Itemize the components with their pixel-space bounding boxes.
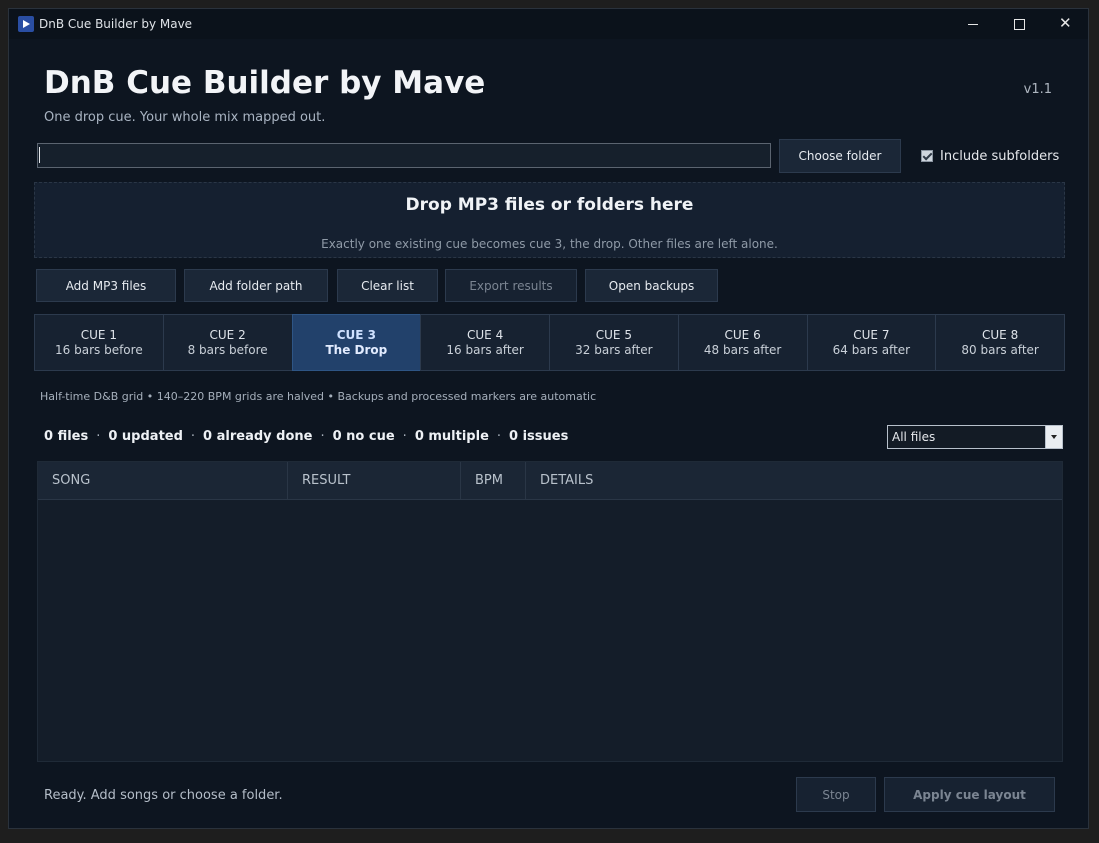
cue-label: CUE 8 [982, 327, 1019, 342]
minimize-button[interactable] [950, 9, 996, 39]
cue-3-tab[interactable]: CUE 3 The Drop [291, 314, 422, 371]
cue-7-tab[interactable]: CUE 7 64 bars after [806, 314, 937, 371]
include-subfolders-label[interactable]: Include subfolders [940, 149, 1059, 164]
status-message: Ready. Add songs or choose a folder. [44, 788, 283, 803]
stats-bar: 0 files · 0 updated · 0 already done · 0 no cu… [44, 429, 568, 444]
export-results-button[interactable]: Export results [445, 269, 577, 302]
cue-5-tab[interactable]: CUE 5 32 bars after [549, 314, 679, 371]
choose-folder-button[interactable]: Choose folder [779, 139, 901, 173]
column-header-bpm[interactable]: BPM [461, 462, 526, 499]
maximize-button[interactable] [996, 9, 1042, 39]
filter-selected-value: All files [892, 430, 936, 444]
cue-offset: 8 bars before [187, 342, 268, 357]
cue-offset: 32 bars after [575, 342, 653, 357]
cue-label: CUE 4 [467, 327, 504, 342]
stat-multiple: 0 multiple [414, 429, 489, 444]
cue-6-tab[interactable]: CUE 6 48 bars after [677, 314, 808, 371]
minimize-icon [968, 24, 978, 25]
cue-offset: 64 bars after [832, 342, 911, 357]
filter-select[interactable]: All files [887, 425, 1063, 449]
open-backups-button[interactable]: Open backups [585, 269, 718, 302]
cue-label: CUE 2 [209, 327, 246, 342]
cue-selector: CUE 1 16 bars before CUE 2 8 bars before… [34, 314, 1065, 371]
chevron-down-icon[interactable] [1045, 426, 1062, 448]
cue-offset: The Drop [325, 342, 388, 357]
add-mp3-files-button[interactable]: Add MP3 files [36, 269, 176, 302]
drop-zone-subtitle: Exactly one existing cue becomes cue 3, … [321, 237, 778, 251]
cue-1-tab[interactable]: CUE 1 16 bars before [34, 314, 164, 371]
cue-8-tab[interactable]: CUE 8 80 bars after [935, 314, 1065, 371]
window-title: DnB Cue Builder by Mave [39, 17, 193, 31]
stat-issues: 0 issues [509, 429, 569, 444]
cue-offset: 80 bars after [961, 342, 1039, 357]
stat-separator: · [496, 429, 502, 444]
cue-label: CUE 3 [336, 327, 377, 342]
title-bar[interactable]: DnB Cue Builder by Mave ✕ [9, 9, 1088, 39]
stat-separator: · [402, 429, 407, 444]
stat-no-cue: 0 no cue [332, 429, 395, 444]
stat-already-done: 0 already done [203, 429, 313, 444]
cue-4-tab[interactable]: CUE 4 16 bars after [420, 314, 550, 371]
cue-label: CUE 6 [724, 327, 761, 342]
column-header-details[interactable]: DETAILS [526, 462, 1062, 499]
stat-separator: · [320, 429, 325, 444]
close-icon: ✕ [1059, 14, 1072, 32]
drop-zone-title: Drop MP3 files or folders here [405, 195, 694, 215]
drop-zone[interactable]: Drop MP3 files or folders here Exactly o… [34, 182, 1065, 258]
app-window: DnB Cue Builder by Mave ✕ DnB Cue Builde… [8, 8, 1089, 829]
table-header: SONG RESULT BPM DETAILS [38, 462, 1062, 500]
maximize-icon [1014, 19, 1025, 30]
text-caret [39, 147, 40, 163]
cue-label: CUE 7 [853, 327, 890, 342]
close-button[interactable]: ✕ [1042, 9, 1088, 39]
cue-label: CUE 1 [80, 327, 117, 342]
apply-cue-layout-button[interactable]: Apply cue layout [884, 777, 1055, 812]
stop-button[interactable]: Stop [796, 777, 876, 812]
column-header-result[interactable]: RESULT [288, 462, 461, 499]
cue-label: CUE 5 [595, 327, 632, 342]
grid-info-text: Half-time D&B grid • 140–220 BPM grids a… [40, 390, 597, 403]
include-subfolders-checkbox[interactable] [921, 150, 933, 162]
stat-separator: · [190, 429, 196, 444]
app-subtitle: One drop cue. Your whole mix mapped out. [44, 110, 326, 125]
version-label: v1.1 [1023, 82, 1052, 97]
column-header-song[interactable]: SONG [38, 462, 288, 499]
cue-offset: 48 bars after [703, 342, 782, 357]
cue-offset: 16 bars before [55, 342, 143, 357]
add-folder-path-button[interactable]: Add folder path [184, 269, 328, 302]
app-title: DnB Cue Builder by Mave [44, 65, 486, 101]
results-table[interactable]: SONG RESULT BPM DETAILS [37, 461, 1063, 762]
folder-path-input[interactable] [37, 143, 771, 168]
stat-updated: 0 updated [108, 429, 183, 444]
clear-list-button[interactable]: Clear list [337, 269, 438, 302]
stat-separator: · [96, 429, 101, 444]
cue-offset: 16 bars after [446, 342, 524, 357]
stat-files: 0 files [44, 429, 89, 444]
cue-2-tab[interactable]: CUE 2 8 bars before [162, 314, 293, 371]
play-icon [18, 16, 34, 32]
